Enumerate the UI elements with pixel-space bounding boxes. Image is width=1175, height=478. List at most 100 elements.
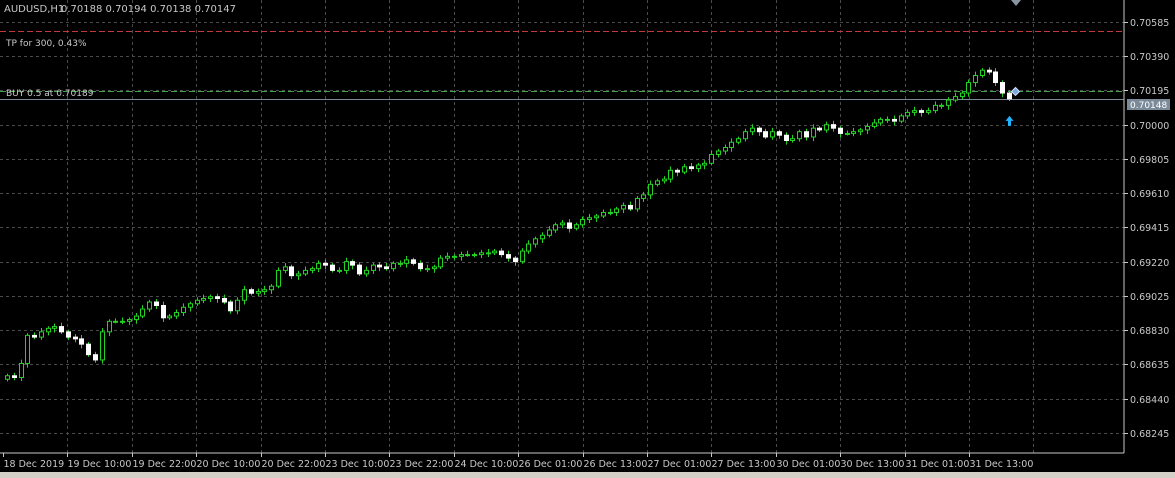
candle-body-down[interactable] (228, 301, 233, 312)
candle-body-down[interactable] (73, 336, 78, 340)
candle-body-up[interactable] (486, 252, 491, 255)
candle-body-down[interactable] (993, 71, 998, 84)
candle-body-up[interactable] (188, 303, 193, 308)
candle-body-down[interactable] (79, 338, 84, 345)
candle-body-up[interactable] (445, 255, 450, 259)
candle-body-up[interactable] (492, 250, 497, 254)
candle-body-down[interactable] (249, 289, 254, 294)
candle-body-up[interactable] (926, 110, 931, 113)
candle-body-up[interactable] (939, 104, 944, 107)
candle-body-up[interactable] (425, 268, 430, 271)
candle-body-up[interactable] (540, 234, 545, 240)
candle-body-up[interactable] (276, 269, 281, 287)
candle-body-down[interactable] (628, 204, 633, 210)
candle-body-down[interactable] (1007, 92, 1012, 100)
candle-body-up[interactable] (824, 124, 829, 131)
candle-body-up[interactable] (364, 269, 369, 275)
candle-body-up[interactable] (790, 138, 795, 141)
candle-body-up[interactable] (980, 69, 985, 77)
candle-body-down[interactable] (804, 131, 809, 138)
candle-body-down[interactable] (161, 305, 166, 319)
candle-body-down[interactable] (350, 261, 355, 266)
candle-body-down[interactable] (59, 326, 64, 333)
candle-body-down[interactable] (987, 69, 992, 73)
candle-body-up[interactable] (648, 183, 653, 196)
candle-body-up[interactable] (344, 261, 349, 271)
candle-body-up[interactable] (310, 268, 315, 271)
candle-body-up[interactable] (195, 299, 200, 305)
candle-body-down[interactable] (817, 127, 822, 131)
candle-body-down[interactable] (919, 110, 924, 113)
price-chart[interactable]: 0.70585 0.70390 0.70195 0.70000 0.69805 0.696… (0, 0, 1175, 478)
candle-body-up[interactable] (201, 297, 206, 301)
candle-body-up[interactable] (398, 262, 403, 265)
candle-body-up[interactable] (885, 118, 890, 121)
candle-body-up[interactable] (533, 238, 538, 245)
chart-canvas[interactable]: 0.70585 0.70390 0.70195 0.70000 0.69805 0.696… (0, 0, 1175, 472)
candle-body-down[interactable] (93, 354, 98, 361)
candle-body-up[interactable] (960, 92, 965, 98)
candle-body-up[interactable] (851, 131, 856, 134)
candle-body-down[interactable] (86, 343, 91, 356)
candle-body-up[interactable] (601, 211, 606, 217)
candle-body-up[interactable] (614, 208, 619, 213)
candle-body-up[interactable] (140, 308, 145, 317)
candle-body-up[interactable] (662, 178, 667, 182)
candle-body-up[interactable] (872, 122, 877, 127)
candle-body-down[interactable] (66, 331, 71, 338)
candle-body-up[interactable] (560, 222, 565, 226)
candle-body-up[interactable] (547, 229, 552, 236)
candle-body-up[interactable] (811, 127, 816, 138)
candle-body-up[interactable] (520, 250, 525, 263)
candle-body-up[interactable] (134, 315, 139, 321)
candle-body-down[interactable] (154, 301, 159, 307)
candle-body-up[interactable] (526, 243, 531, 252)
candle-body-up[interactable] (736, 138, 741, 143)
candle-body-down[interactable] (384, 266, 389, 270)
candle-body-up[interactable] (404, 259, 409, 264)
candle-body-up[interactable] (19, 362, 24, 379)
candle-body-down[interactable] (892, 118, 897, 122)
candle-body-up[interactable] (621, 204, 626, 210)
candle-body-down[interactable] (215, 296, 220, 299)
candle-body-up[interactable] (303, 269, 308, 275)
candle-body-down[interactable] (323, 262, 328, 266)
candle-body-up[interactable] (608, 211, 613, 214)
candle-body-up[interactable] (452, 255, 457, 258)
candle-body-up[interactable] (391, 262, 396, 270)
candle-body-down[interactable] (377, 264, 382, 268)
candle-body-up[interactable] (723, 146, 728, 152)
candle-body-up[interactable] (682, 166, 687, 173)
candle-body-down[interactable] (689, 166, 694, 170)
candle-body-up[interactable] (580, 218, 585, 226)
candle-body-down[interactable] (513, 257, 518, 263)
candle-body-up[interactable] (905, 111, 910, 117)
candle-body-up[interactable] (174, 312, 179, 317)
candle-body-up[interactable] (479, 252, 484, 256)
candle-body-down[interactable] (357, 264, 362, 275)
candle-body-up[interactable] (553, 224, 558, 231)
candle-body-up[interactable] (127, 319, 132, 322)
candle-body-down[interactable] (763, 131, 768, 138)
candle-body-up[interactable] (696, 164, 701, 170)
candle-body-up[interactable] (858, 129, 863, 133)
candle-body-up[interactable] (100, 331, 105, 361)
candle-body-down[interactable] (222, 297, 227, 303)
candle-body-up[interactable] (716, 150, 721, 156)
candle-body-up[interactable] (973, 75, 978, 84)
candle-body-up[interactable] (912, 110, 917, 113)
candle-body-up[interactable] (878, 118, 883, 124)
candle-body-up[interactable] (865, 125, 870, 131)
candle-body-down[interactable] (506, 254, 511, 259)
candle-body-up[interactable] (371, 264, 376, 271)
candle-body-up[interactable] (52, 326, 57, 329)
candle-body-down[interactable] (675, 169, 680, 173)
candle-body-up[interactable] (242, 289, 247, 301)
candle-body-up[interactable] (797, 131, 802, 140)
candle-body-up[interactable] (256, 290, 261, 294)
candle-body-up[interactable] (25, 334, 30, 364)
candle-body-up[interactable] (587, 217, 592, 220)
candle-body-up[interactable] (208, 296, 213, 299)
candle-body-up[interactable] (438, 257, 443, 268)
candle-body-up[interactable] (120, 320, 125, 323)
